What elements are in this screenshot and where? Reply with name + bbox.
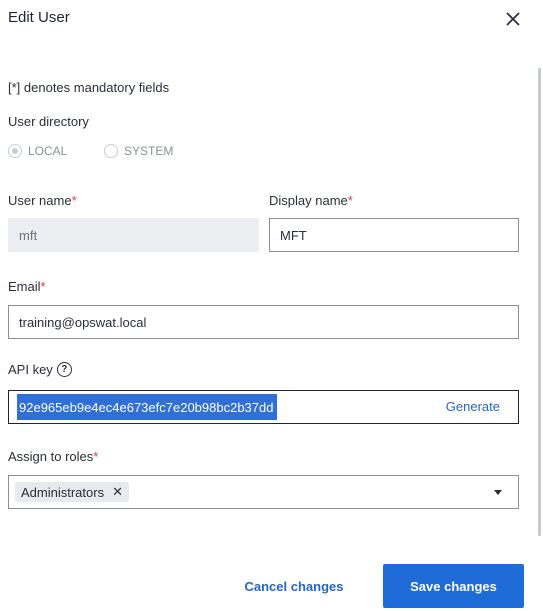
api-key-value: 92e965eb9e4ec4e673efc7e20b98bc2b37dd	[17, 394, 278, 420]
required-mark: *	[93, 449, 99, 464]
remove-role-icon[interactable]: ✕	[112, 484, 123, 500]
role-chip: Administrators ✕	[15, 482, 129, 502]
email-value: training@opswat.local	[19, 314, 147, 330]
required-mark: *	[71, 193, 77, 208]
generate-button[interactable]: Generate	[446, 399, 500, 414]
username-field: mft	[8, 218, 259, 252]
username-value: mft	[19, 227, 38, 243]
dialog-title: Edit User	[8, 9, 70, 26]
email-field[interactable]: training@opswat.local	[8, 305, 519, 339]
display-name-value: MFT	[280, 227, 307, 243]
required-mark: *	[347, 193, 353, 208]
roles-select[interactable]: Administrators ✕	[8, 475, 519, 509]
chevron-down-icon[interactable]	[494, 490, 502, 495]
username-label: User name*	[8, 193, 77, 208]
email-label: Email*	[8, 279, 46, 294]
radio-local: LOCAL	[8, 144, 67, 158]
role-chip-label: Administrators	[21, 484, 105, 500]
radio-system: SYSTEM	[104, 144, 173, 158]
radio-circle-icon	[104, 144, 118, 158]
user-directory-label: User directory	[8, 114, 89, 129]
close-button[interactable]	[502, 8, 524, 30]
api-key-field[interactable]: 92e965eb9e4ec4e673efc7e20b98bc2b37dd Gen…	[8, 390, 519, 424]
edit-user-dialog: Edit User [*] denotes mandatory fields U…	[0, 0, 543, 611]
radio-system-label: SYSTEM	[124, 144, 174, 158]
cancel-button[interactable]: Cancel changes	[226, 564, 362, 608]
display-name-field[interactable]: MFT	[269, 218, 519, 252]
help-icon[interactable]: ?	[56, 362, 72, 377]
display-name-label: Display name*	[269, 193, 353, 208]
scrollbar[interactable]	[538, 68, 541, 536]
save-button[interactable]: Save changes	[383, 564, 524, 608]
required-mark: *	[40, 279, 46, 294]
roles-label: Assign to roles*	[8, 449, 99, 464]
mandatory-note: [*] denotes mandatory fields	[8, 80, 170, 95]
radio-local-label: LOCAL	[28, 144, 68, 158]
close-icon	[506, 12, 520, 26]
api-key-label: API key ?	[8, 362, 72, 377]
radio-circle-icon	[8, 144, 22, 158]
